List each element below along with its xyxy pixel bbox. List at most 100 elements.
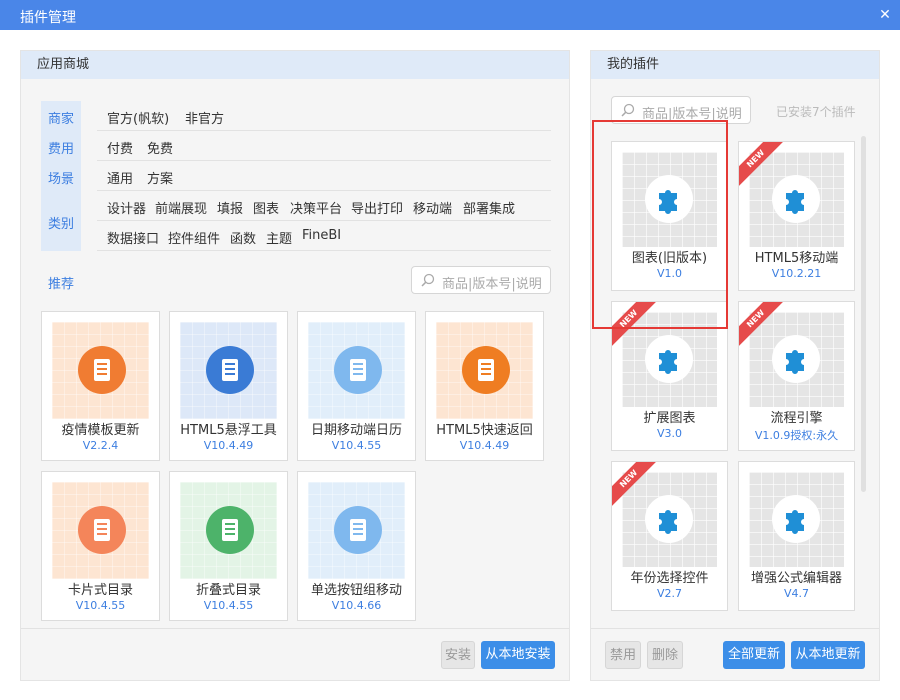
installed-plugin-card[interactable]: NEW 扩展图表 V3.0 [611, 301, 728, 451]
plugin-version: V3.0 [656, 427, 683, 440]
installed-plugin-card[interactable]: NEW HTML5移动端 V10.2.21 [738, 141, 855, 291]
installed-plugin-card[interactable]: 增强公式编辑器 V4.7 [738, 461, 855, 611]
filter-row-category-1: 设计器 前端展现 填报 图表 决策平台 导出打印 移动端 部署集成 [97, 191, 551, 221]
plugin-name: 疫情模板更新 [61, 423, 140, 438]
filter-option[interactable]: 部署集成 [463, 198, 515, 217]
filter-option[interactable]: 通用 [107, 168, 133, 187]
filter-option[interactable]: 函数 [230, 228, 256, 247]
store-plugin-card[interactable]: 卡片式目录 V10.4.55 [41, 471, 160, 621]
plugin-name: 单选按钮组移动 [310, 583, 402, 598]
filter-option[interactable]: 设计器 [107, 198, 146, 217]
plugin-name: HTML5悬浮工具 [180, 423, 277, 438]
search-icon [621, 103, 635, 117]
plugin-name: HTML5快速返回 [436, 423, 533, 438]
plugin-thumbnail [180, 482, 277, 579]
filter-tab-scene[interactable]: 场景 [41, 168, 81, 187]
plugin-thumbnail [622, 472, 717, 567]
filter-option[interactable]: 免费 [147, 138, 173, 157]
store-plugin-card[interactable]: HTML5悬浮工具 V10.4.49 [169, 311, 288, 461]
store-plugin-card[interactable]: 疫情模板更新 V2.2.4 [41, 311, 160, 461]
plugin-version: V1.0.9授权:永久 [754, 429, 839, 442]
installed-plugin-card[interactable]: NEW 年份选择控件 V2.7 [611, 461, 728, 611]
filter-row-scene: 通用 方案 [97, 161, 551, 191]
store-search-input[interactable]: 商品|版本号|说明 [411, 266, 551, 294]
plugin-version: V10.4.49 [459, 439, 510, 452]
filter-option[interactable]: 数据接口 [107, 228, 159, 247]
plugin-thumbnail [180, 322, 277, 419]
plugin-name: 图表(旧版本) [631, 251, 708, 266]
install-button[interactable]: 安装 [441, 641, 475, 669]
shield-icon [78, 346, 126, 394]
filter-option[interactable]: 前端展现 [155, 198, 207, 217]
filter-option[interactable]: 官方(帆软) [107, 108, 169, 127]
plugin-version: V10.4.49 [203, 439, 254, 452]
plugin-version: V10.4.55 [331, 439, 382, 452]
filter-option[interactable]: 决策平台 [290, 198, 342, 217]
plugin-thumbnail [622, 152, 717, 247]
store-plugin-card[interactable]: 折叠式目录 V10.4.55 [169, 471, 288, 621]
plugin-name: 日期移动端日历 [310, 423, 402, 438]
plugin-thumbnail [436, 322, 533, 419]
plugin-thumbnail [308, 482, 405, 579]
store-plugin-card[interactable]: 日期移动端日历 V10.4.55 [297, 311, 416, 461]
store-footer: 安装 从本地安装 [21, 628, 569, 680]
filter-option[interactable]: 付费 [107, 138, 133, 157]
puzzle-icon [772, 335, 820, 383]
plugin-name: 卡片式目录 [67, 583, 133, 598]
plugin-thumbnail [749, 152, 844, 247]
plugin-thumbnail [308, 322, 405, 419]
store-plugin-card[interactable]: HTML5快速返回 V10.4.49 [425, 311, 544, 461]
store-plugin-card[interactable]: 单选按钮组移动 V10.4.66 [297, 471, 416, 621]
puzzle-icon [645, 175, 693, 223]
filter-option[interactable]: 控件组件 [168, 228, 220, 247]
filter-option[interactable]: FineBI [302, 228, 341, 243]
filter-row-merchant: 官方(帆软) 非官方 [97, 101, 551, 131]
close-icon[interactable]: ✕ [870, 0, 900, 30]
puzzle-icon [645, 495, 693, 543]
plugin-thumbnail [749, 472, 844, 567]
installed-plugin-card[interactable]: NEW 流程引擎 V1.0.9授权:永久 [738, 301, 855, 451]
filter-option[interactable]: 图表 [253, 198, 279, 217]
my-plugins-search-input[interactable]: 商品|版本号|说明 [611, 96, 751, 124]
phone-icon [334, 506, 382, 554]
installed-count: 已安装7个插件 [776, 105, 856, 119]
filter-row-cost: 付费 免费 [97, 131, 551, 161]
plugin-list-scrollbar[interactable] [861, 136, 866, 492]
filter-option[interactable]: 填报 [217, 198, 243, 217]
plugin-thumbnail [52, 482, 149, 579]
plugin-name: 折叠式目录 [195, 583, 261, 598]
filter-option[interactable]: 方案 [147, 168, 173, 187]
plugin-version: V10.2.21 [771, 267, 822, 280]
installed-plugin-card[interactable]: 图表(旧版本) V1.0 [611, 141, 728, 291]
filter-tab-merchant[interactable]: 商家 [41, 108, 81, 127]
plugin-version: V10.4.55 [75, 599, 126, 612]
list-icon [206, 506, 254, 554]
filter-tab-category[interactable]: 类别 [41, 213, 81, 232]
puzzle-icon [772, 175, 820, 223]
plugin-thumbnail [52, 322, 149, 419]
puzzle-icon [645, 335, 693, 383]
update-all-button[interactable]: 全部更新 [723, 641, 785, 669]
app-store-header: 应用商城 [21, 51, 569, 79]
disable-button[interactable]: 禁用 [605, 641, 641, 669]
my-plugins-header: 我的插件 [591, 51, 879, 79]
plugin-name: 年份选择控件 [630, 571, 709, 586]
plugin-name: 流程引擎 [770, 411, 823, 426]
filter-option[interactable]: 移动端 [413, 198, 452, 217]
filter-option[interactable]: 非官方 [185, 108, 224, 127]
grid-icon [462, 346, 510, 394]
filter-option[interactable]: 导出打印 [351, 198, 403, 217]
filter-tab-cost[interactable]: 费用 [41, 138, 81, 157]
filter-option[interactable]: 主题 [266, 228, 292, 247]
plugin-version: V1.0 [656, 267, 683, 280]
plugin-version: V2.2.4 [82, 439, 119, 452]
title-bar: 插件管理 ✕ [0, 0, 900, 30]
plugin-thumbnail [622, 312, 717, 407]
my-plugins-footer: 禁用 删除 全部更新 从本地更新 [591, 628, 879, 680]
update-local-button[interactable]: 从本地更新 [791, 641, 865, 669]
plugin-version: V2.7 [656, 587, 683, 600]
app-store-panel: 应用商城 商家 费用 场景 类别 官方(帆软) 非官方 付费 免费 通用 方案 … [20, 50, 570, 681]
delete-button[interactable]: 删除 [647, 641, 683, 669]
install-local-button[interactable]: 从本地安装 [481, 641, 555, 669]
my-plugins-panel: 我的插件 商品|版本号|说明 已安装7个插件 图表(旧版本) V1.0 NEW HTM… [590, 50, 880, 681]
